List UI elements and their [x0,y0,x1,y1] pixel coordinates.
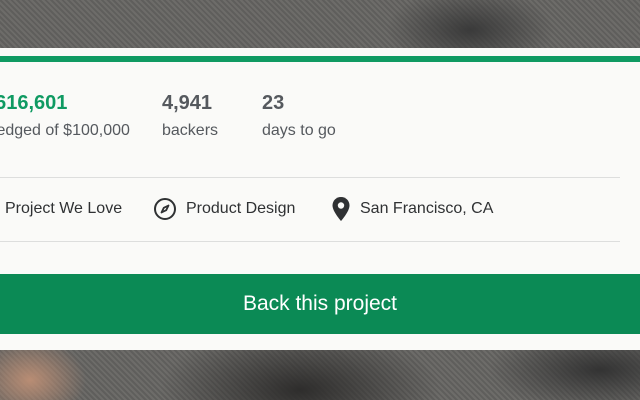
stats-row: $616,601 pledged of $100,000 4,941 backe… [0,62,620,192]
stat-backers: 4,941 backers [162,90,218,142]
tag-project-we-love-label: Project We Love [5,200,123,217]
tag-location[interactable]: San Francisco, CA [331,177,493,241]
project-stats-card: $616,601 pledged of $100,000 4,941 backe… [0,48,640,350]
backers-label: backers [162,122,219,139]
tag-location-label: San Francisco, CA [360,200,494,217]
compass-icon [153,197,177,221]
tag-category[interactable]: Product Design [153,177,295,241]
project-tags: Project We Love Product Design San Franc… [0,177,620,241]
backers-count: 4,941 [162,92,213,114]
tag-project-we-love[interactable]: Project We Love [5,177,122,241]
card-panel: $616,601 pledged of $100,000 4,941 backe… [0,62,640,350]
location-pin-icon [331,196,351,222]
stat-pledged: $616,601 pledged of $100,000 [0,90,130,142]
days-count: 23 [262,92,285,114]
pledged-goal-label: pledged of $100,000 [0,122,130,139]
divider-bottom [0,241,620,242]
stat-days-to-go: 23 days to go [262,90,336,142]
back-this-project-button[interactable]: Back this project [0,274,640,334]
days-label: days to go [262,122,336,139]
pledged-amount: $616,601 [0,92,68,114]
tag-category-label: Product Design [186,200,296,217]
